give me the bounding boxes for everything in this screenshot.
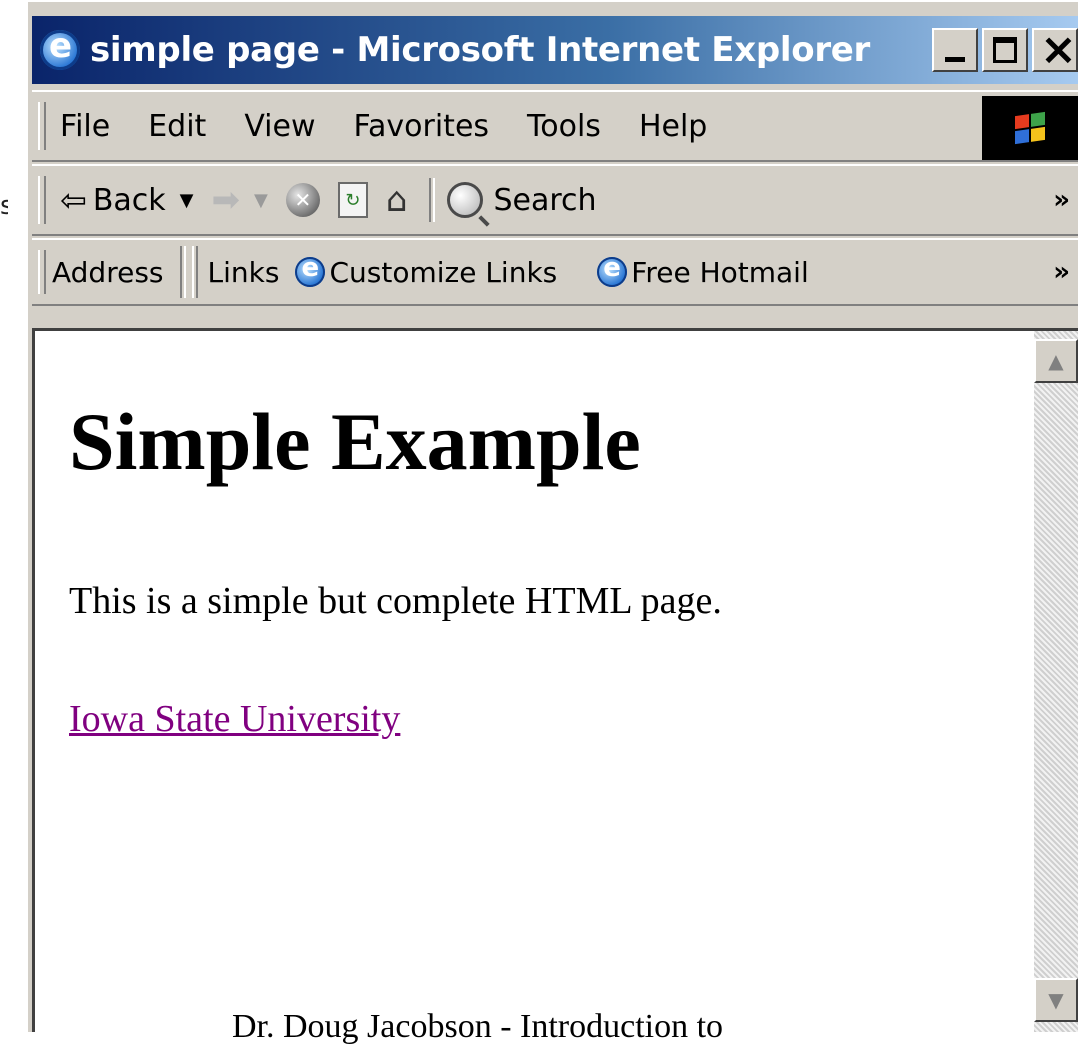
- maximize-button[interactable]: [982, 28, 1028, 72]
- search-label: Search: [493, 182, 597, 218]
- home-button[interactable]: ⌂: [386, 180, 408, 220]
- back-arrow-icon: ⇦: [60, 181, 87, 219]
- customize-links-link[interactable]: Customize Links: [329, 256, 557, 289]
- refresh-button[interactable]: ↻: [337, 182, 368, 218]
- menu-file[interactable]: File: [60, 109, 110, 144]
- standard-toolbar: ⇦ Back ▼ ➡ ▼ ✕ ↻ ⌂ Search »: [32, 164, 1078, 236]
- address-separator: [179, 246, 186, 298]
- minimize-button[interactable]: [932, 28, 978, 72]
- free-hotmail-ie-icon: [597, 253, 628, 287]
- title-bar[interactable]: simple page - Microsoft Internet Explore…: [32, 16, 1078, 84]
- web-page: Simple Example This is a simple but comp…: [69, 331, 1014, 1032]
- back-label: Back: [92, 182, 166, 218]
- close-button[interactable]: [1032, 24, 1078, 75]
- toolbar-separator: [429, 178, 436, 222]
- links-label[interactable]: Links: [208, 256, 280, 289]
- page-heading: Simple Example: [69, 396, 641, 487]
- links-overflow-chevron[interactable]: »: [1053, 257, 1070, 287]
- refresh-icon: ↻: [337, 182, 368, 218]
- iowa-state-link[interactable]: Iowa State University: [69, 697, 400, 743]
- address-label[interactable]: Address: [52, 256, 164, 289]
- vertical-scrollbar[interactable]: ▲ ▼: [1034, 331, 1078, 1032]
- links-grip[interactable]: [191, 246, 198, 298]
- customize-links-ie-icon: [295, 253, 326, 287]
- page-content-area: Simple Example This is a simple but comp…: [32, 328, 1078, 1032]
- menu-help[interactable]: Help: [639, 109, 707, 144]
- menu-favorites[interactable]: Favorites: [354, 109, 490, 144]
- back-dropdown-icon[interactable]: ▼: [180, 190, 194, 211]
- toolbar-grip[interactable]: [38, 176, 46, 224]
- window-controls: [932, 24, 1078, 75]
- home-icon: ⌂: [385, 180, 408, 220]
- address-grip[interactable]: [38, 249, 46, 295]
- edge-mark: s: [0, 191, 8, 221]
- stop-button[interactable]: ✕: [285, 183, 320, 217]
- search-icon: [447, 182, 484, 218]
- search-button[interactable]: Search: [447, 182, 597, 218]
- menu-edit[interactable]: Edit: [148, 109, 206, 144]
- forward-dropdown-icon[interactable]: ▼: [254, 190, 268, 211]
- menu-tools[interactable]: Tools: [527, 109, 601, 144]
- menu-bar: File Edit View Favorites Tools Help: [32, 90, 1078, 162]
- menu-bar-grip[interactable]: [38, 102, 46, 150]
- slide-caption: Dr. Doug Jacobson - Introduction to: [232, 1008, 724, 1045]
- browser-window: simple page - Microsoft Internet Explore…: [26, 0, 1078, 1032]
- scroll-up-icon[interactable]: ▲: [1034, 339, 1078, 383]
- stop-icon: ✕: [285, 183, 320, 217]
- windows-logo-icon: [982, 96, 1078, 160]
- forward-button[interactable]: ➡ ▼: [212, 180, 268, 220]
- back-button[interactable]: ⇦ Back ▼: [60, 181, 194, 219]
- toolbar-overflow-chevron[interactable]: »: [1053, 185, 1070, 215]
- window-title: simple page - Microsoft Internet Explore…: [90, 30, 871, 70]
- page-paragraph: This is a simple but complete HTML page.: [69, 580, 722, 622]
- forward-arrow-icon: ➡: [211, 180, 241, 220]
- address-links-bar: Address Links Customize Links Free Hotma…: [32, 238, 1078, 306]
- menu-view[interactable]: View: [244, 109, 315, 144]
- free-hotmail-link[interactable]: Free Hotmail: [631, 256, 808, 289]
- scroll-down-icon[interactable]: ▼: [1034, 978, 1078, 1022]
- internet-explorer-icon[interactable]: [38, 26, 82, 72]
